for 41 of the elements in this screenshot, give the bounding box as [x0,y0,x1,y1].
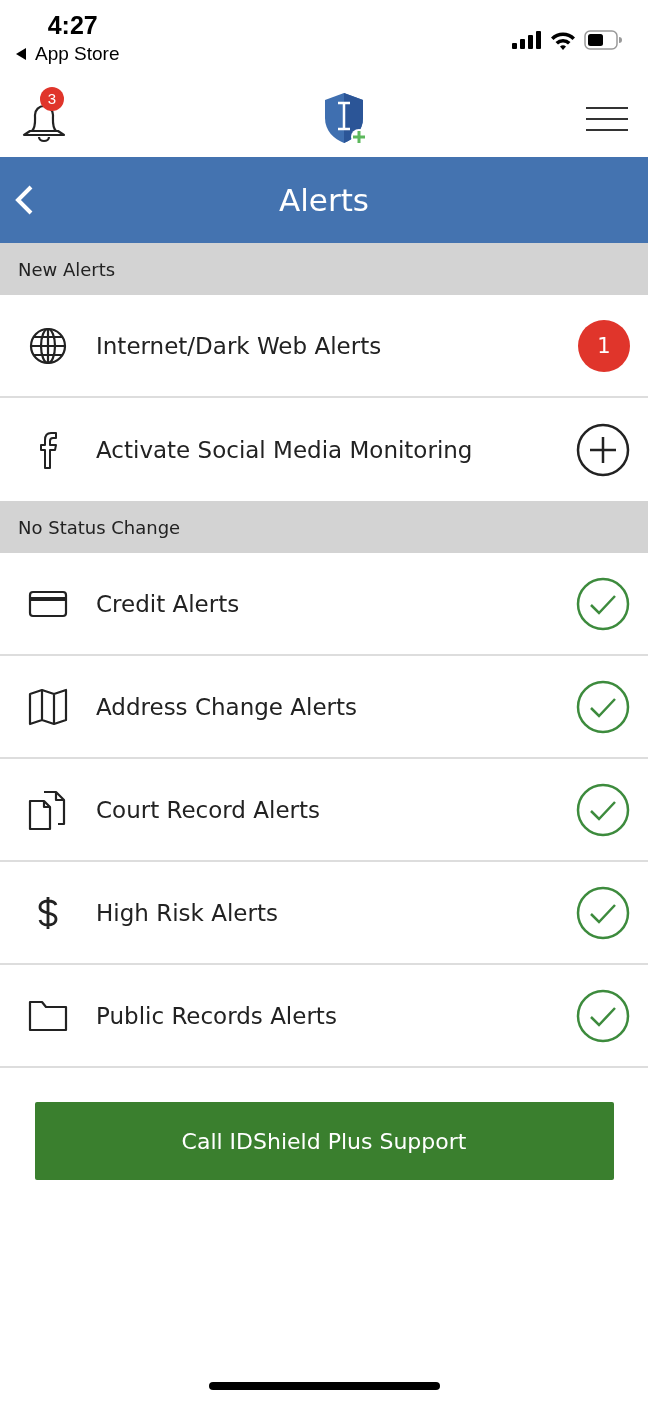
dollar-icon [36,894,60,931]
documents-icon [28,788,68,831]
check-circle-icon [576,988,630,1043]
alert-label: Court Record Alerts [96,796,321,823]
check-circle-icon [576,885,630,940]
section-header: No Status Change [0,501,648,553]
add-circle-icon [576,422,630,477]
map-icon [28,687,68,726]
folder-icon [28,999,68,1032]
back-triangle-icon [16,48,27,60]
alert-label: High Risk Alerts [96,899,279,926]
alert-list-item[interactable]: High Risk Alerts [0,862,648,965]
wifi-icon [550,30,576,50]
page-title: Alerts [279,182,369,218]
alert-label: Activate Social Media Monitoring [96,436,474,463]
back-to-app-link[interactable]: App Store [16,43,120,65]
alert-list-item[interactable]: Address Change Alerts [0,656,648,759]
alert-label: Address Change Alerts [96,693,358,720]
check-circle-icon [576,782,630,837]
status-time: 4:27 [47,10,98,40]
facebook-icon [37,429,59,470]
signal-icon [512,31,542,49]
alert-list-item[interactable]: Public Records Alerts [0,965,648,1068]
alert-list-item[interactable]: Court Record Alerts [0,759,648,862]
section-header: New Alerts [0,243,648,295]
credit-card-icon [28,589,68,618]
battery-icon [584,30,622,50]
menu-button[interactable] [586,105,628,132]
alert-list-item[interactable]: Internet/Dark Web Alerts 1 [0,295,648,398]
alert-label: Public Records Alerts [96,1002,338,1029]
alert-label: Credit Alerts [96,590,241,617]
check-circle-icon [576,679,630,734]
globe-icon [28,325,68,366]
call-support-button[interactable]: Call IDShield Plus Support [34,1102,614,1180]
back-button[interactable] [14,184,34,216]
check-circle-icon [576,576,630,631]
alert-list-item[interactable]: Activate Social Media Monitoring [0,398,648,501]
alert-label: Internet/Dark Web Alerts [96,332,383,359]
alert-count-badge: 1 [578,319,630,372]
alert-list-item[interactable]: Credit Alerts [0,553,648,656]
notification-count-badge: 3 [40,86,64,111]
